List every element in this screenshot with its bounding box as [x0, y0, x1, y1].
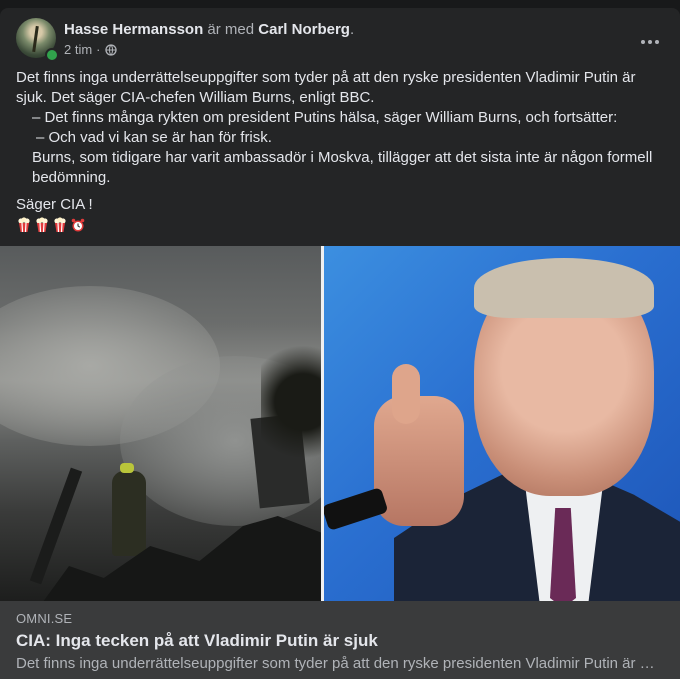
post-text-line: Burns, som tidigare har varit ambassadör…: [32, 149, 653, 186]
post-text-line: Säger CIA !: [16, 196, 93, 213]
post-card: Hasse Hermansson är med Carl Norberg. 2 …: [0, 8, 680, 679]
author-line: Hasse Hermansson är med Carl Norberg.: [64, 21, 354, 38]
link-preview[interactable]: OMNI.SE CIA: Inga tecken på att Vladimir…: [0, 601, 680, 679]
link-domain: OMNI.SE: [16, 611, 73, 626]
post-text-line: – Och vad vi kan se är han för frisk.: [36, 129, 272, 146]
online-status-dot: [45, 48, 59, 62]
globe-icon[interactable]: [104, 43, 117, 56]
popcorn-icon: [18, 217, 30, 233]
post-text-line: – Det finns många rykten om president Pu…: [32, 109, 618, 126]
tagged-name[interactable]: Carl Norberg: [258, 21, 350, 38]
emoji-row: [16, 217, 656, 233]
more-options-icon: [641, 40, 645, 44]
post-text-line: Det finns inga underrättelseuppgifter so…: [16, 69, 636, 106]
meta-separator: ·: [96, 42, 101, 57]
putin-photo: [324, 246, 680, 601]
author-name[interactable]: Hasse Hermansson: [64, 21, 203, 38]
post-text: Det finns inga underrättelseuppgifter so…: [16, 68, 656, 233]
link-preview-image[interactable]: [0, 246, 680, 601]
post-header: Hasse Hermansson är med Carl Norberg. 2 …: [16, 18, 664, 62]
popcorn-icon: [54, 217, 66, 233]
post-meta: 2 tim ·: [64, 42, 117, 57]
link-description: Det finns inga underrättelseuppgifter so…: [16, 655, 656, 672]
fire-smoke-photo: [0, 246, 321, 601]
with-text: är med: [207, 21, 255, 38]
popcorn-icon: [36, 217, 48, 233]
tagged-suffix: .: [349, 21, 355, 38]
alarm-clock-icon: [71, 218, 85, 232]
link-title[interactable]: CIA: Inga tecken på att Vladimir Putin ä…: [16, 631, 378, 651]
more-options-button[interactable]: [632, 24, 668, 60]
post-time[interactable]: 2 tim: [64, 42, 92, 57]
